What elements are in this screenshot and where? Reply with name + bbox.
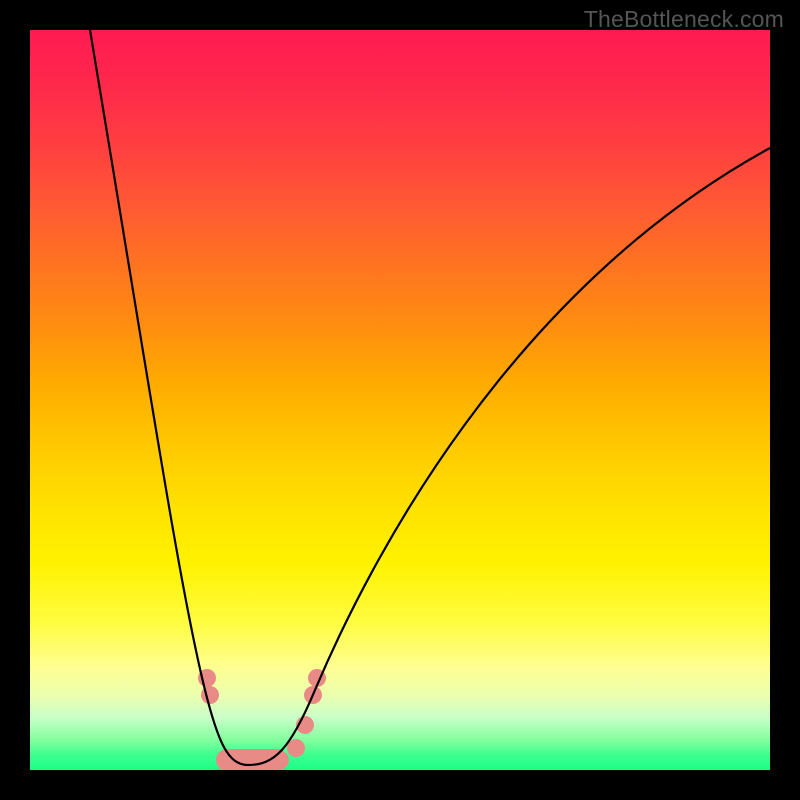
- marker-dot: [271, 751, 289, 769]
- marker-group: [198, 669, 326, 770]
- plot-area: [30, 30, 770, 770]
- chart-svg: [30, 30, 770, 770]
- watermark-text: TheBottleneck.com: [584, 6, 784, 33]
- bottleneck-curve: [90, 30, 770, 765]
- chart-frame: TheBottleneck.com: [0, 0, 800, 800]
